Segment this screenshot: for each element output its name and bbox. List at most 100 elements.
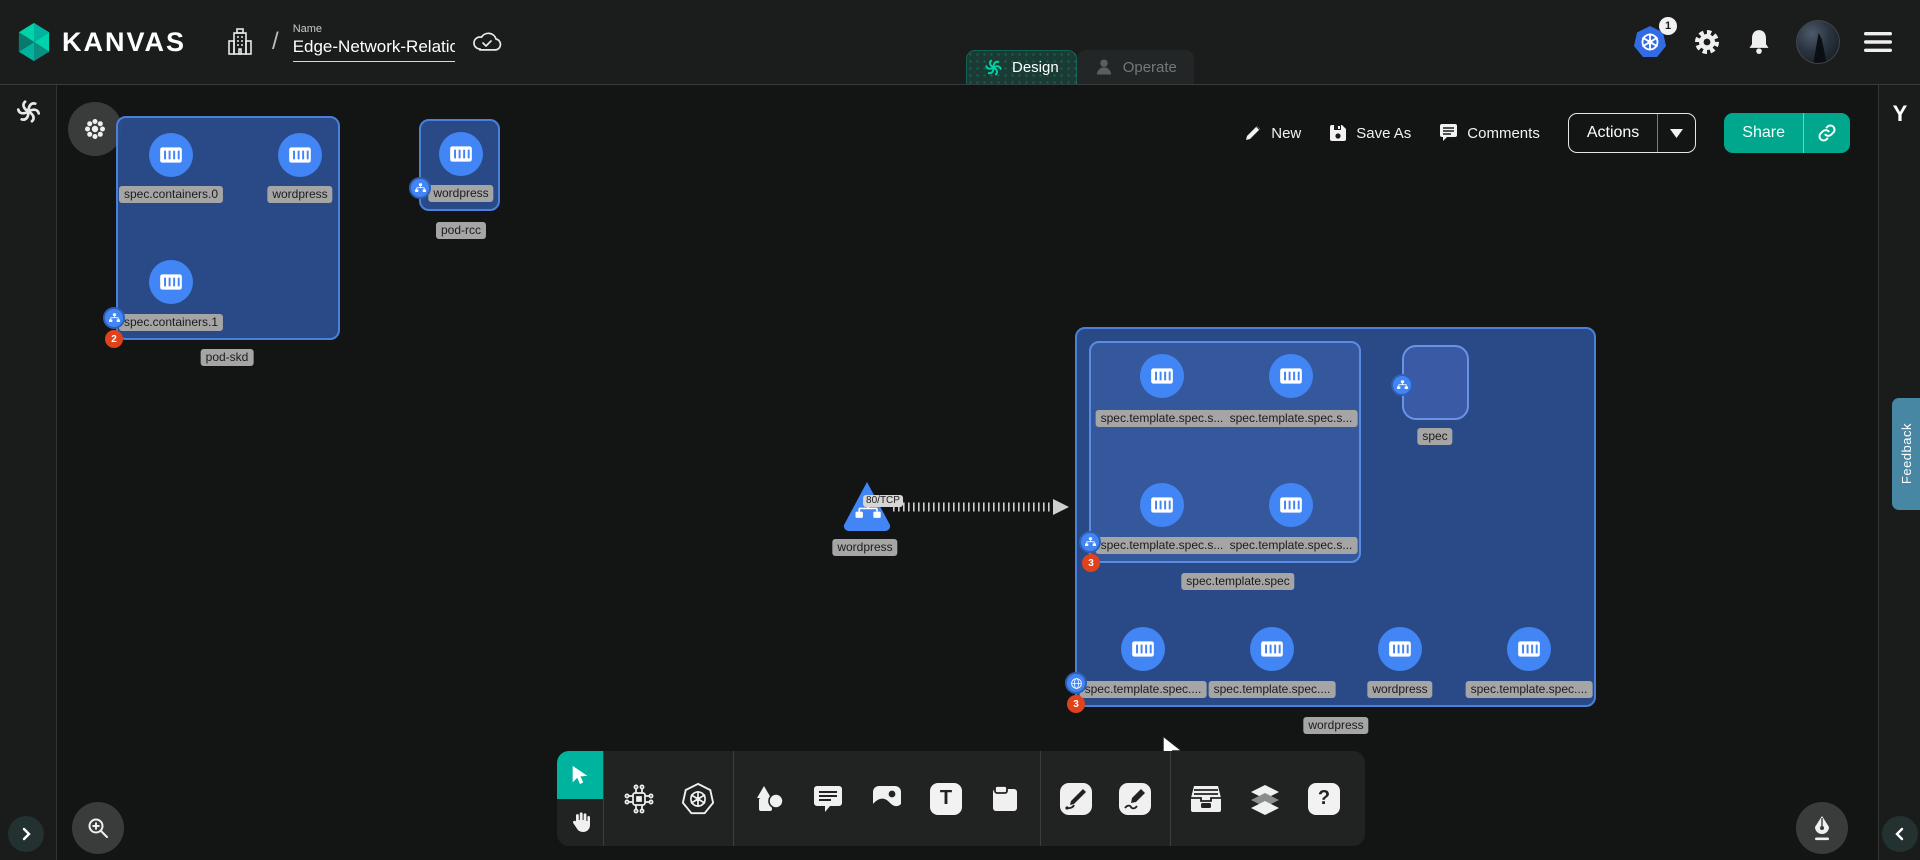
group-deployment-wordpress[interactable]: spec.template.spec.s... spec.template.sp… (1075, 327, 1596, 707)
container-icon (1516, 636, 1542, 662)
app-title: KANVAS (62, 27, 186, 58)
settings-gear-icon[interactable] (1692, 27, 1722, 57)
user-avatar[interactable] (1796, 20, 1840, 64)
node-label: spec.template.spec.... (1466, 681, 1593, 698)
freehand-draw-tool[interactable] (1116, 780, 1154, 818)
relationship-badge[interactable] (409, 177, 431, 199)
text-tool[interactable]: T (927, 780, 965, 818)
spec-node[interactable] (1402, 345, 1469, 420)
share-button-label[interactable]: Share (1724, 113, 1803, 153)
tab-operate[interactable]: Operate (1077, 50, 1194, 84)
group-spec-template-spec[interactable]: spec.template.spec.s... spec.template.sp… (1089, 341, 1361, 563)
app-header: KANVAS / Name Design (0, 0, 1920, 85)
utility-tools: ? (1171, 751, 1359, 846)
save-floppy-icon (1329, 124, 1347, 142)
design-canvas[interactable]: New Save As Comments A (57, 85, 1878, 860)
comments-bubble-icon (1439, 124, 1458, 142)
service-edge[interactable] (887, 489, 1082, 521)
container-node[interactable] (439, 132, 483, 176)
sticky-note-tool[interactable] (986, 780, 1024, 818)
comment-tool[interactable] (809, 780, 847, 818)
drawer-tool[interactable] (1187, 780, 1225, 818)
container-node[interactable] (1378, 627, 1422, 671)
component-tools (604, 751, 733, 846)
collapse-right-panel-button[interactable] (1882, 816, 1918, 852)
container-node[interactable] (1140, 483, 1184, 527)
container-node[interactable] (1269, 354, 1313, 398)
globe-icon (1070, 677, 1083, 690)
help-tool[interactable]: ? (1305, 780, 1343, 818)
pan-tool-button[interactable] (557, 799, 603, 847)
tab-design[interactable]: Design (966, 50, 1077, 84)
relationship-badge[interactable] (103, 307, 125, 329)
sticky-note-icon (990, 784, 1020, 814)
share-split-button[interactable]: Share (1724, 113, 1850, 153)
container-node[interactable] (149, 260, 193, 304)
hierarchy-icon (414, 182, 427, 195)
container-node[interactable] (149, 133, 193, 177)
organization-icon[interactable] (226, 27, 254, 57)
node-label: spec (1417, 428, 1452, 445)
group-pod-skd[interactable]: spec.containers.0 wordpress spec.contain… (116, 116, 340, 340)
canvas-config-button[interactable] (68, 102, 122, 156)
copy-link-button[interactable] (1803, 113, 1850, 153)
error-count-badge[interactable]: 2 (105, 330, 123, 348)
container-node[interactable] (1250, 627, 1294, 671)
actions-split-button[interactable]: Actions (1568, 113, 1696, 153)
pointer-tools (557, 751, 603, 846)
group-label: wordpress (1303, 717, 1368, 734)
kubernetes-helm-icon (681, 782, 715, 816)
left-dock (0, 85, 57, 860)
container-node[interactable] (278, 133, 322, 177)
expand-left-panel-button[interactable] (8, 816, 44, 852)
node-label: spec.template.spec.s... (1225, 537, 1358, 554)
design-name-input[interactable] (293, 37, 455, 62)
group-label: pod-skd (201, 349, 254, 366)
text-tool-glyph: T (930, 783, 962, 815)
hierarchy-icon (108, 312, 121, 325)
save-as-button[interactable]: Save As (1329, 124, 1411, 142)
error-count-badge[interactable]: 3 (1082, 554, 1100, 572)
actions-button-label[interactable]: Actions (1569, 114, 1657, 152)
zoom-controls-button[interactable] (72, 802, 124, 854)
container-icon (158, 142, 184, 168)
new-button[interactable]: New (1244, 124, 1301, 142)
notifications-bell-icon[interactable] (1746, 28, 1772, 56)
tab-design-label: Design (1012, 59, 1059, 76)
pen-mode-button[interactable] (1796, 802, 1848, 854)
relationship-badge[interactable] (1391, 374, 1413, 396)
shapes-tool[interactable] (750, 780, 788, 818)
header-actions: 1 (1632, 20, 1920, 64)
image-tool[interactable] (868, 780, 906, 818)
hierarchy-icon (1396, 379, 1409, 392)
kubernetes-context-button[interactable]: 1 (1632, 24, 1668, 60)
components-chip-tool[interactable] (620, 780, 658, 818)
edge-port-label: 80/TCP (863, 495, 903, 507)
node-label: spec.containers.0 (119, 186, 223, 203)
group-pod-rcc[interactable]: wordpress pod-rcc (419, 119, 500, 211)
select-tool-button[interactable] (557, 751, 603, 799)
comments-button[interactable]: Comments (1439, 124, 1540, 142)
kubernetes-components-tool[interactable] (679, 780, 717, 818)
feedback-label: Feedback (1899, 423, 1914, 484)
actions-dropdown-toggle[interactable] (1657, 114, 1695, 152)
yaml-panel-toggle[interactable]: Y (1887, 101, 1913, 127)
error-count-badge[interactable]: 3 (1067, 695, 1085, 713)
tab-operate-label: Operate (1123, 59, 1177, 76)
link-icon (1817, 123, 1837, 143)
hamburger-menu-icon[interactable] (1864, 31, 1892, 53)
relationship-badge[interactable] (1079, 531, 1101, 553)
container-node[interactable] (1121, 627, 1165, 671)
pen-path-tool[interactable] (1057, 780, 1095, 818)
container-node[interactable] (1269, 483, 1313, 527)
container-node[interactable] (1507, 627, 1551, 671)
container-icon (1278, 492, 1304, 518)
layers-tool[interactable] (1246, 780, 1284, 818)
breadcrumb-separator: / (272, 28, 279, 56)
feedback-tab[interactable]: Feedback (1892, 398, 1920, 510)
container-node[interactable] (1140, 354, 1184, 398)
save-as-button-label: Save As (1356, 125, 1411, 142)
meshery-spiral-icon (15, 98, 42, 125)
mesh-badge[interactable] (1065, 672, 1087, 694)
kanvas-logo[interactable]: KANVAS (0, 22, 186, 62)
